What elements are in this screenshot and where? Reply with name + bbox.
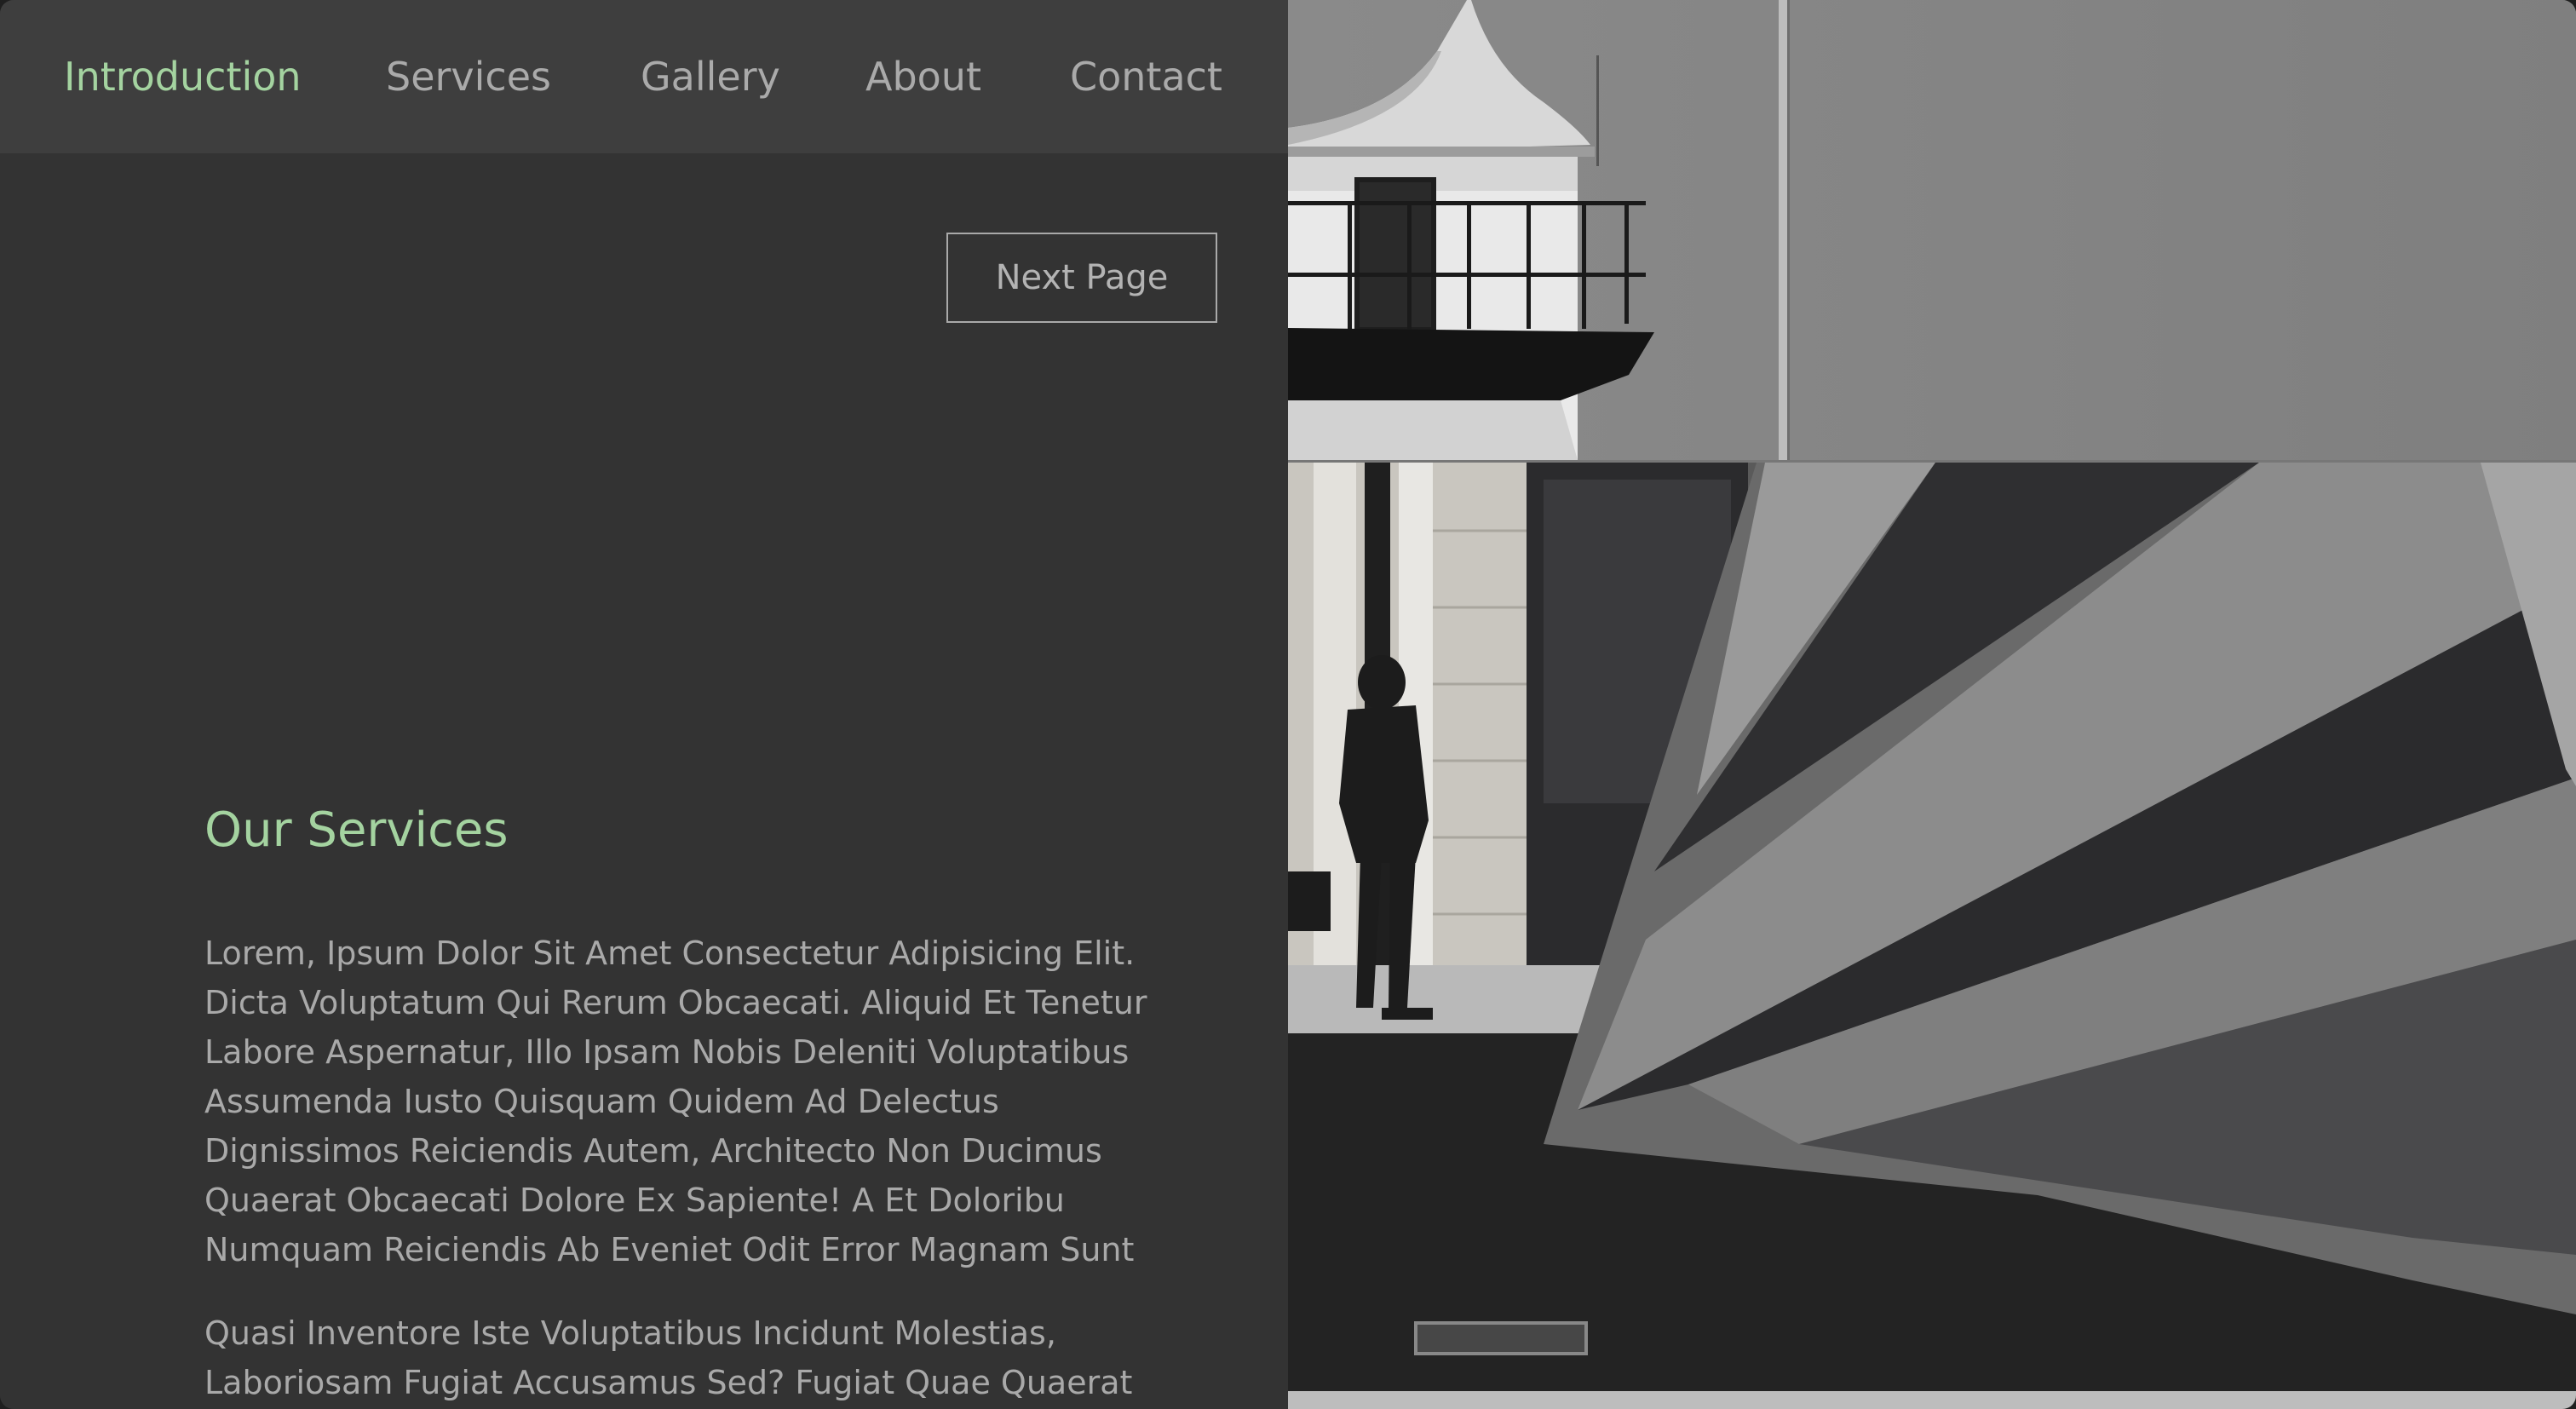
paragraph-line: Dicta Voluptatum Qui Rerum Obcaecati. Al…	[204, 984, 1147, 1021]
paragraph-line: Labore Aspernatur, Illo Ipsam Nobis Dele…	[204, 1033, 1130, 1071]
lighthouse-photo	[1288, 0, 2576, 460]
nav-item-about[interactable]: About	[865, 44, 981, 109]
paragraph-line: Quaerat Obcaecati Dolore Ex Sapiente! A …	[204, 1182, 1065, 1219]
app-window: Introduction Services Gallery About Cont…	[0, 0, 2576, 1409]
services-paragraph-1: Lorem, Ipsum Dolor Sit Amet Consectetur …	[204, 929, 1227, 1274]
content-panel: Introduction Services Gallery About Cont…	[0, 0, 1288, 1409]
nav-item-gallery[interactable]: Gallery	[641, 44, 780, 109]
next-page-button[interactable]: Next Page	[946, 233, 1217, 323]
nav-item-services[interactable]: Services	[386, 44, 551, 109]
section-title: Our Services	[204, 802, 509, 858]
paragraph-line: Dignissimos Reiciendis Autem, Architecto…	[204, 1132, 1102, 1170]
services-paragraph-2: Quasi Inventore Iste Voluptatibus Incidu…	[204, 1308, 1227, 1407]
gallery-panel	[1288, 0, 2576, 1409]
paragraph-line: Assumenda Iusto Quisquam Quidem Ad Delec…	[204, 1083, 999, 1120]
nav-item-contact[interactable]: Contact	[1070, 44, 1222, 109]
nav-item-introduction[interactable]: Introduction	[64, 44, 302, 109]
paragraph-line: Lorem, Ipsum Dolor Sit Amet Consectetur …	[204, 935, 1136, 972]
paragraph-line: Quasi Inventore Iste Voluptatibus Incidu…	[204, 1314, 1056, 1352]
top-nav: Introduction Services Gallery About Cont…	[0, 0, 1288, 153]
architecture-photo	[1288, 463, 2576, 1409]
paragraph-line: Numquam Reiciendis Ab Eveniet Odit Error…	[204, 1231, 1135, 1268]
paragraph-line: Laboriosam Fugiat Accusamus Sed? Fugiat …	[204, 1364, 1133, 1401]
